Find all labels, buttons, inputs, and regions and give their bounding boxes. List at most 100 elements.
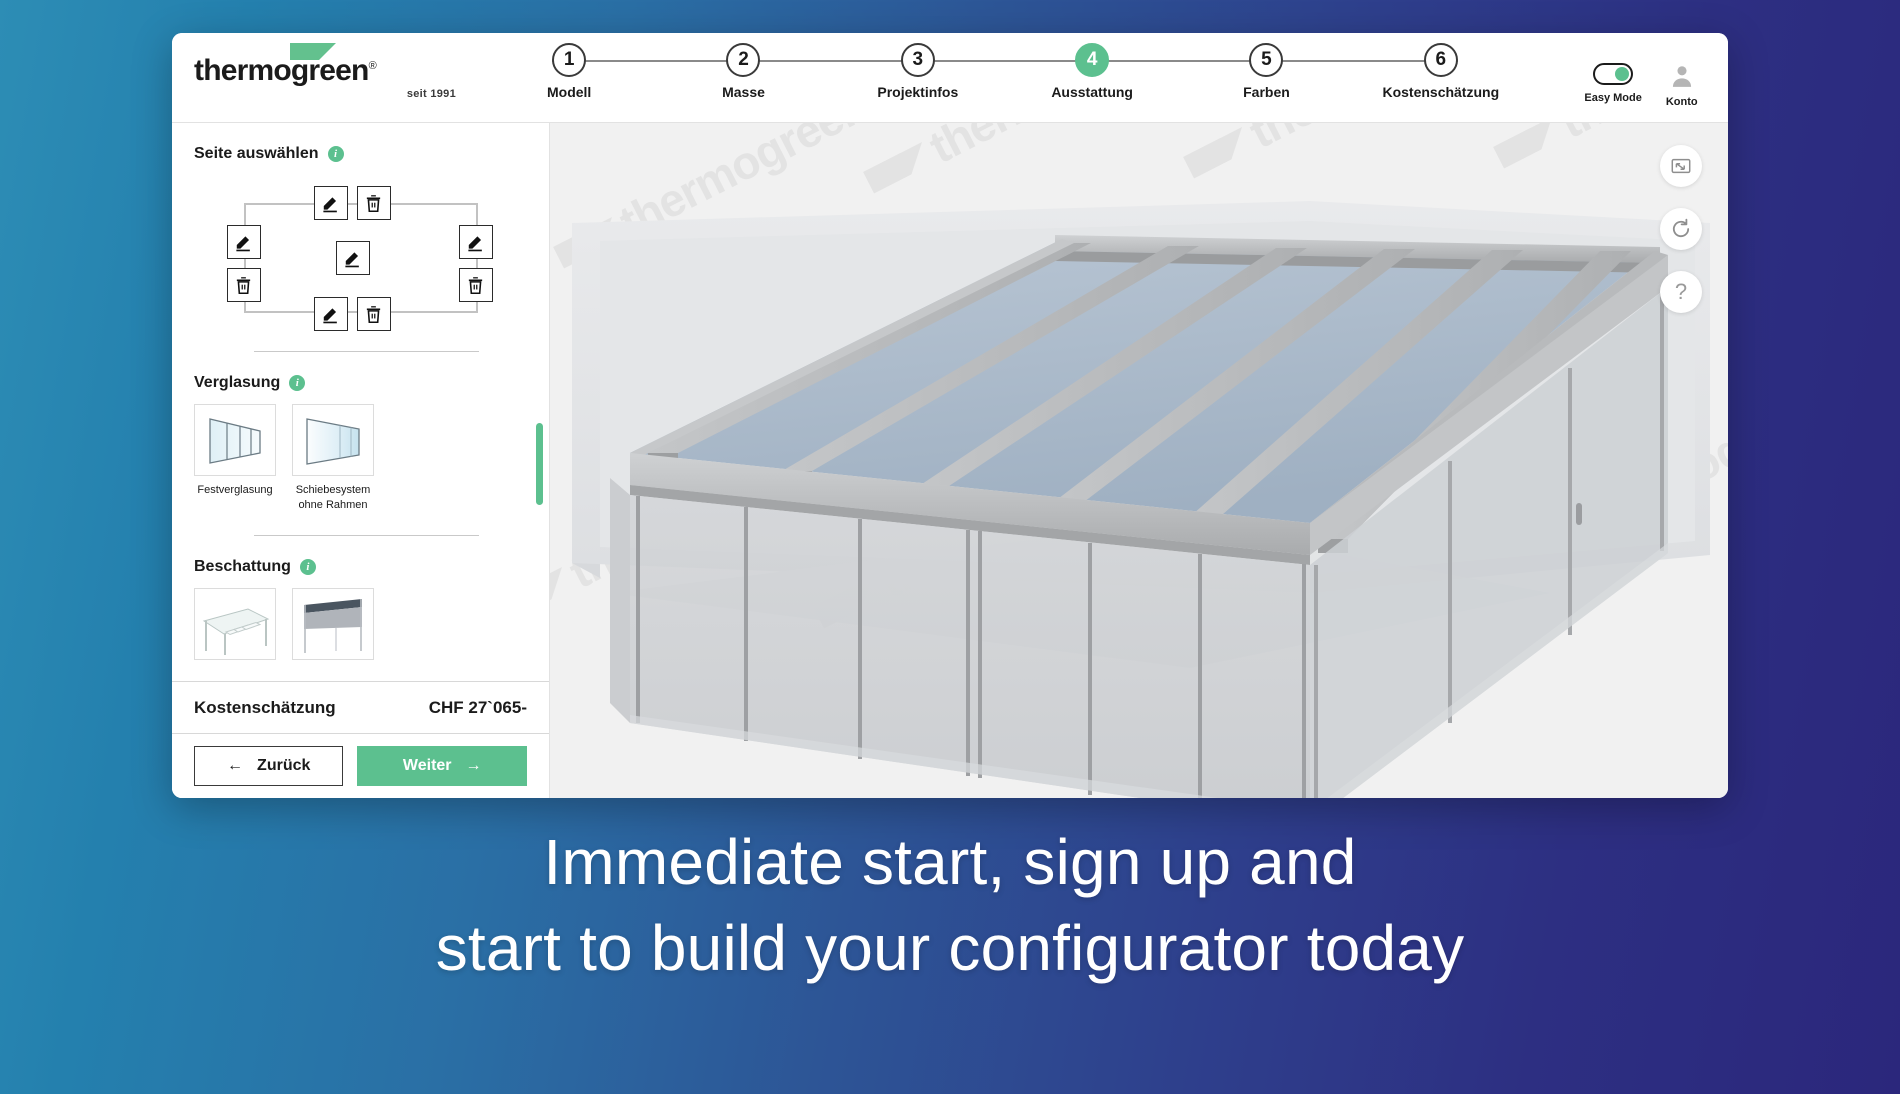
easy-mode-control[interactable]: Easy Mode (1584, 63, 1642, 104)
awning-illustration (304, 598, 362, 653)
next-arrow-icon: → (465, 757, 482, 774)
step-5-farben[interactable]: 5 Farben (1179, 42, 1353, 100)
expand-arrows-icon (1671, 158, 1691, 174)
option-awning[interactable] (292, 587, 374, 667)
pencil-icon (468, 235, 482, 251)
step-3-projektinfos[interactable]: 3 Projektinfos (831, 42, 1005, 100)
step-number: 4 (1075, 42, 1110, 77)
logo-tagline: seit 1991 (406, 87, 456, 100)
logo-wordmark-text: thermogreen (194, 53, 369, 87)
price-summary-bar: Kostenschätzung CHF 27`065- (172, 681, 549, 733)
section-title: Verglasung (194, 374, 281, 391)
beschattung-options (194, 587, 527, 667)
brand-logo[interactable]: thermogreen® seit 1991 (172, 42, 472, 100)
delete-side-right-button[interactable] (458, 268, 493, 302)
door-handle[interactable] (1576, 503, 1582, 525)
sidebar-scroll-area[interactable]: Seite auswählen i Verglasung i Festvergl… (172, 123, 549, 681)
configurator-sidebar: Seite auswählen i Verglasung i Festvergl… (172, 123, 550, 798)
fixed-glazing-thumb (194, 404, 276, 476)
step-2-masse[interactable]: 2 Masse (656, 42, 830, 100)
step-6-kostenschaetzung[interactable]: 6 Kostenschätzung (1354, 42, 1528, 100)
registered-mark: ® (368, 59, 377, 72)
pergola-louvre-thumb (194, 587, 276, 660)
pencil-icon (323, 307, 337, 323)
fullscreen-button[interactable] (1660, 145, 1702, 187)
info-icon[interactable]: i (299, 558, 316, 575)
price-value: CHF 27`065- (428, 697, 527, 717)
edit-side-bottom-button[interactable] (313, 297, 348, 331)
account-control[interactable]: Konto (1666, 63, 1698, 108)
step-label: Projektinfos (877, 83, 959, 100)
next-button-label: Weiter (402, 757, 452, 774)
awning-thumb (292, 587, 374, 660)
account-label: Konto (1665, 96, 1698, 108)
option-pergola-louvre[interactable] (194, 587, 276, 667)
pergola-illustration (202, 608, 270, 655)
step-4-ausstattung[interactable]: 4 Ausstattung (1005, 42, 1179, 100)
step-number: 2 (726, 42, 761, 77)
help-button[interactable]: ? (1660, 271, 1702, 313)
edit-side-left-button[interactable] (226, 225, 261, 259)
pencil-icon (236, 235, 250, 251)
section-header: Verglasung i (194, 374, 527, 392)
side-selector-diagram (226, 181, 496, 331)
fixed-glazing-illustration (209, 418, 261, 464)
reset-view-button[interactable] (1660, 208, 1702, 250)
frameless-sliding-thumb (292, 404, 374, 476)
app-header: thermogreen® seit 1991 1 Modell 2 Masse … (172, 33, 1728, 123)
price-label: Kostenschätzung (194, 697, 336, 717)
step-number: 5 (1249, 42, 1284, 77)
trash-icon (366, 305, 381, 323)
back-button-label: Zurück (257, 757, 311, 774)
step-label: Farben (1243, 83, 1290, 100)
section-divider (254, 351, 479, 352)
left-return-wall (610, 478, 630, 723)
user-avatar-icon (1672, 66, 1691, 87)
next-button[interactable]: Weiter → (357, 746, 527, 786)
step-number: 3 (900, 42, 935, 77)
step-1-modell[interactable]: 1 Modell (482, 42, 656, 100)
section-divider (254, 534, 479, 536)
section-header: Beschattung i (194, 558, 527, 576)
step-label: Ausstattung (1051, 83, 1133, 100)
glass-conservatory-model[interactable] (550, 123, 1728, 798)
app-body: Seite auswählen i Verglasung i Festvergl… (172, 123, 1728, 798)
promo-caption: Immediate start, sign up and start to bu… (0, 820, 1900, 992)
edit-roof-center-button[interactable] (335, 241, 370, 275)
verglasung-options: Festverglasung Schiebesystem ohne Rahmen (194, 404, 527, 513)
frameless-sliding-illustration (306, 418, 360, 465)
progress-stepper: 1 Modell 2 Masse 3 Projektinfos 4 Aussta… (472, 33, 1568, 123)
delete-side-bottom-button[interactable] (356, 297, 391, 331)
step-label: Kostenschätzung (1382, 83, 1500, 100)
back-button[interactable]: ← Zurück (194, 746, 344, 786)
pencil-icon (323, 196, 337, 212)
refresh-icon (1672, 218, 1690, 238)
edit-side-top-button[interactable] (313, 186, 348, 220)
step-number: 6 (1423, 42, 1458, 77)
trash-icon (468, 276, 483, 294)
section-title: Seite auswählen (194, 145, 319, 162)
trash-icon (366, 194, 381, 212)
step-label: Modell (546, 83, 592, 100)
edit-side-right-button[interactable] (458, 225, 493, 259)
info-icon[interactable]: i (327, 146, 344, 162)
option-schiebesystem[interactable]: Schiebesystem ohne Rahmen (292, 404, 374, 513)
step-label: Masse (722, 83, 765, 100)
caption-line-1: Immediate start, sign up and (543, 826, 1357, 898)
section-verglasung: Verglasung i Festverglasung Schiebesyste… (172, 374, 549, 536)
delete-side-left-button[interactable] (226, 268, 261, 302)
logo-wordmark: thermogreen® (194, 53, 377, 87)
toggle-knob (1615, 67, 1630, 81)
option-festverglasung[interactable]: Festverglasung (194, 404, 276, 513)
section-header: Seite auswählen i (194, 145, 527, 163)
step-number: 1 (552, 42, 587, 77)
model-viewport-3d[interactable]: thermogreen thermogreen thermogreen ther… (550, 123, 1728, 798)
easy-mode-label: Easy Mode (1584, 92, 1642, 104)
navigation-bar: ← Zurück Weiter → (172, 733, 549, 798)
caption-line-2: start to build your configurator today (435, 911, 1465, 984)
info-icon[interactable]: i (289, 375, 306, 391)
sidebar-scrollbar[interactable] (536, 423, 543, 505)
easy-mode-toggle[interactable] (1593, 63, 1634, 85)
delete-side-top-button[interactable] (356, 186, 391, 220)
header-controls: Easy Mode Konto (1568, 47, 1728, 108)
